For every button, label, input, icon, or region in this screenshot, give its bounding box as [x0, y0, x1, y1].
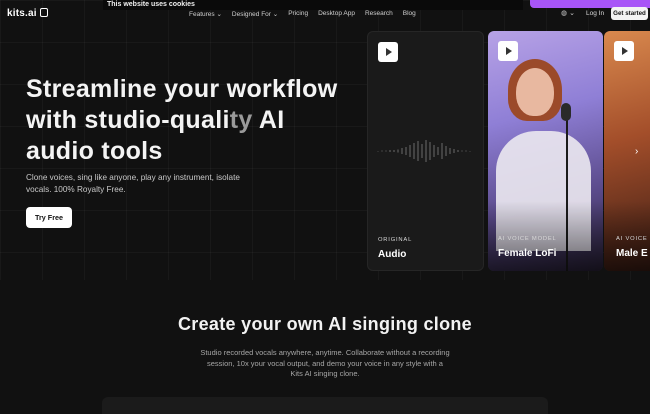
play-icon[interactable]: [498, 41, 518, 61]
section-text: Studio recorded vocals anywhere, anytime…: [200, 348, 450, 378]
card-name: Female LoFi: [498, 248, 557, 259]
nav-designed-for-label: Designed For: [231, 11, 271, 18]
singer-face: [516, 68, 554, 116]
card-name: Audio: [378, 249, 407, 260]
play-icon[interactable]: [614, 41, 634, 61]
chevron-right-icon[interactable]: ›: [635, 146, 638, 157]
play-icon[interactable]: [378, 42, 398, 62]
section-title: Create your own AI singing clone: [178, 314, 472, 334]
hero-subtitle: Clone voices, sing like anyone, play any…: [26, 173, 240, 194]
logo-mark-icon: [39, 8, 48, 17]
card-male-voice[interactable]: AI VOICE Male E: [604, 31, 650, 271]
nav-features[interactable]: Features ⌄: [189, 10, 222, 18]
card-name: Male E: [616, 248, 648, 259]
card-kicker: AI VOICE: [616, 236, 648, 242]
logo-text: kits.ai: [7, 8, 37, 19]
try-free-button[interactable]: Try Free: [26, 207, 72, 228]
logo[interactable]: kits.ai: [7, 8, 48, 19]
hero-title-dim: ty: [229, 106, 253, 134]
nav-pricing[interactable]: Pricing: [288, 10, 308, 18]
nav-features-label: Features: [189, 11, 215, 18]
chevron-down-icon: ⌄: [216, 11, 222, 18]
nav-research[interactable]: Research: [365, 10, 393, 18]
globe-icon: ◍: [561, 10, 568, 17]
nav-blog[interactable]: Blog: [403, 10, 416, 18]
feature-panel: [102, 397, 548, 414]
cookie-banner-text: This website uses cookies: [107, 1, 195, 8]
nav-links: Features ⌄ Designed For ⌄ Pricing Deskto…: [189, 10, 416, 18]
login-link[interactable]: Log In: [586, 10, 604, 17]
get-started-button[interactable]: Get started: [611, 7, 648, 20]
chevron-down-icon: ⌄: [272, 11, 279, 18]
waveform-icon: [377, 140, 471, 162]
card-kicker: AI VOICE MODEL: [498, 236, 557, 242]
nav-desktop-app[interactable]: Desktop App: [318, 10, 355, 18]
microphone-icon: [561, 103, 571, 121]
card-kicker: ORIGINAL: [378, 237, 413, 243]
hero-title: Streamline your workflow with studio-qua…: [26, 74, 346, 167]
nav-designed-for[interactable]: Designed For ⌄: [232, 10, 278, 18]
chevron-down-icon: ⌄: [569, 10, 575, 17]
language-selector[interactable]: ◍ ⌄: [561, 9, 575, 17]
top-nav: kits.ai This website uses cookies Featur…: [0, 0, 650, 26]
cookie-banner: This website uses cookies: [103, 0, 523, 10]
card-female-lofi[interactable]: AI VOICE MODEL Female LoFi: [488, 31, 603, 271]
hero-title-main: Streamline your workflow with studio-qua…: [26, 75, 338, 134]
card-original-audio[interactable]: ORIGINAL Audio: [367, 31, 484, 271]
